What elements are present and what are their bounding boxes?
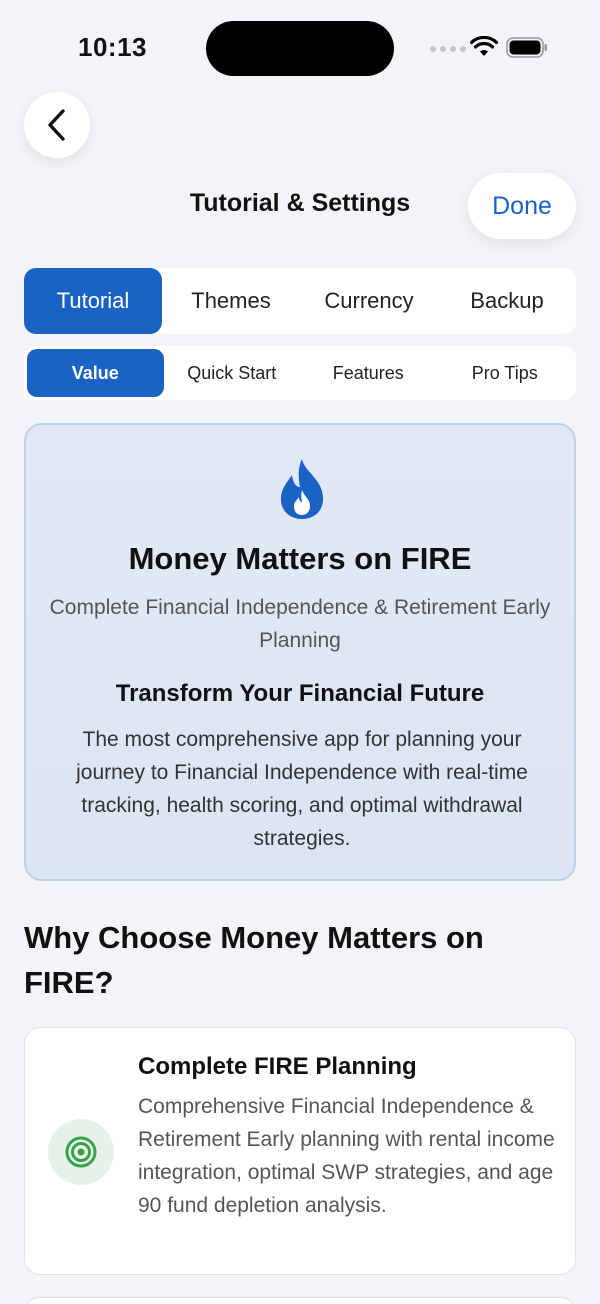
subtab-features[interactable]: Features	[300, 349, 437, 397]
feature-card: Complete FIRE Planning Comprehensive Fin…	[24, 1027, 576, 1275]
hero-title: Money Matters on FIRE	[128, 541, 472, 576]
wifi-icon	[470, 36, 498, 56]
hero-card: Money Matters on FIRE Complete Financial…	[24, 423, 576, 881]
hero-subtitle: Complete Financial Independence & Retire…	[49, 596, 551, 652]
status-time: 10:13	[78, 32, 147, 62]
done-button[interactable]: Done	[468, 173, 576, 239]
back-button[interactable]	[24, 92, 90, 158]
feature-card-next	[24, 1297, 576, 1304]
subtab-pro-tips[interactable]: Pro Tips	[437, 349, 574, 397]
status-bar: 10:13	[0, 0, 600, 96]
sub-tab-bar: Value Quick Start Features Pro Tips	[24, 346, 576, 400]
feature-description: Comprehensive Financial Independence & R…	[138, 1095, 555, 1217]
tab-tutorial[interactable]: Tutorial	[24, 268, 162, 334]
hero-description: The most comprehensive app for planning …	[76, 728, 528, 850]
battery-icon	[506, 37, 547, 58]
cellular-signal-icon	[430, 46, 466, 52]
main-tab-bar: Tutorial Themes Currency Backup	[24, 268, 576, 334]
dynamic-island	[206, 21, 394, 76]
tab-currency[interactable]: Currency	[300, 268, 438, 334]
subtab-quick-start[interactable]: Quick Start	[164, 349, 301, 397]
chevron-left-icon	[48, 109, 65, 141]
feature-title: Complete FIRE Planning	[138, 1053, 417, 1080]
flame-icon	[280, 459, 324, 519]
target-icon	[65, 1136, 97, 1168]
subtab-value[interactable]: Value	[27, 349, 164, 397]
tab-themes[interactable]: Themes	[162, 268, 300, 334]
hero-heading: Transform Your Financial Future	[115, 680, 485, 707]
feature-icon-badge	[48, 1119, 114, 1185]
section-heading: Why Choose Money Matters on FIRE?	[24, 920, 484, 1000]
tab-backup[interactable]: Backup	[438, 268, 576, 334]
